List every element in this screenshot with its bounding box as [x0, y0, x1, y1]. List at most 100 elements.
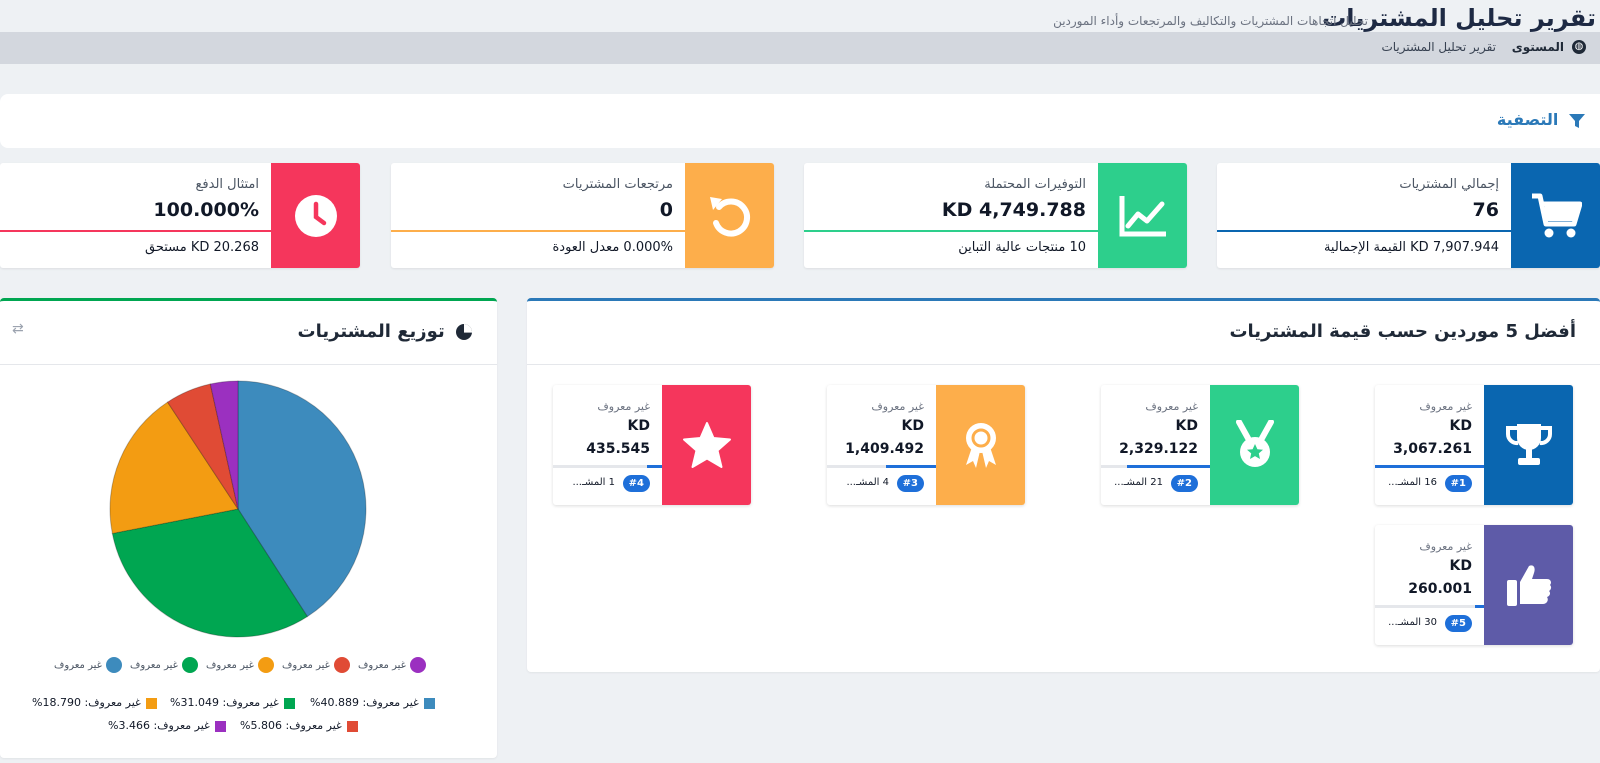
breadcrumb-current: تقرير تحليل المشتريات: [1381, 40, 1496, 54]
supplier-rank-badge: #3: [896, 475, 924, 492]
supplier-value: 2,329.122: [1119, 441, 1198, 457]
supplier-rank-badge: #2: [1170, 475, 1198, 492]
trend-chart-icon: [1119, 195, 1166, 236]
supplier-name: غير معروف: [1419, 540, 1472, 553]
supplier-rank-badge: #5: [1444, 615, 1472, 632]
breadcrumb: ◍ المستوى تقرير تحليل المشتريات: [0, 32, 1600, 64]
pie-chart: [109, 380, 367, 638]
legend-item[interactable]: غير معروف: [282, 657, 350, 673]
breadcrumb-level[interactable]: المستوى: [1512, 40, 1564, 54]
filter-icon: [1569, 113, 1585, 128]
legend-item[interactable]: غير معروف: [358, 657, 426, 673]
percent-item: غير معروف: 5.806%: [240, 719, 358, 732]
supplier-icon-box: [936, 385, 1025, 505]
legend-swatch: [333, 657, 350, 673]
supplier-rank-badge: #1: [1444, 475, 1472, 492]
supplier-currency: KD: [1449, 558, 1472, 574]
filter-toggle[interactable]: التصفية: [1497, 110, 1586, 129]
supplier-name: غير معروف: [597, 400, 650, 413]
percent-item: غير معروف: 31.049%: [170, 696, 295, 709]
percent-item: غير معروف: 3.466%: [108, 719, 226, 732]
stat-label: التوفيرات المحتملة: [984, 177, 1086, 192]
legend-swatch: [257, 657, 274, 673]
award-icon: [965, 423, 996, 468]
stat-label: امتثال الدفع: [195, 177, 260, 192]
supplier-value: 260.001: [1408, 581, 1472, 597]
distribution-title: توزيع المشتريات: [297, 321, 445, 342]
supplier-name: غير معروف: [1145, 400, 1198, 413]
stat-value: 76: [1472, 199, 1499, 221]
supplier-purchase-count: 1 المشـ...: [572, 477, 615, 488]
percent-label: غير معروف: 31.049%: [170, 696, 279, 709]
supplier-card[interactable]: غير معروف KD 435.545 #4 1 المشـ...: [553, 385, 751, 505]
supplier-share-bar: [1375, 465, 1484, 468]
cart-icon: [1531, 193, 1582, 237]
supplier-currency: KD: [627, 418, 650, 434]
supplier-currency: KD: [901, 418, 924, 434]
stat-icon-box: [685, 163, 774, 268]
percent-swatch: [283, 697, 295, 709]
top-suppliers-panel: أفضل 5 موردين حسب قيمة المشتريات غير معر…: [527, 298, 1600, 672]
stat-card-payment-compliance: امتثال الدفع 100.000% KD 20.268 مستحق: [0, 163, 360, 268]
supplier-card[interactable]: غير معروف KD 2,329.122 #2 21 المشـ...: [1101, 385, 1299, 505]
stat-value: 0: [659, 199, 673, 221]
globe-icon: ◍: [1572, 40, 1586, 54]
percent-item: غير معروف: 40.889%: [310, 696, 435, 709]
supplier-share-bar: [827, 465, 936, 468]
stat-divider: [391, 230, 685, 232]
legend-swatch: [409, 657, 426, 673]
panel-title: توزيع المشتريات: [298, 321, 473, 342]
stat-footer: KD 7,907.944 القيمة الإجمالية: [1323, 240, 1499, 255]
supplier-value: 3,067.261: [1393, 441, 1472, 457]
legend-label: غير معروف: [358, 660, 406, 671]
legend-label: غير معروف: [206, 660, 254, 671]
legend-item[interactable]: غير معروف: [130, 657, 198, 673]
stat-divider: [0, 230, 271, 232]
page-subtitle: تحليل اتجاهات المشتريات والتكاليف والمرت…: [1053, 14, 1368, 28]
percent-swatch: [346, 720, 358, 732]
stat-footer: 0.000% معدل العودة: [552, 240, 673, 255]
medal-icon: [1235, 420, 1274, 467]
trophy-icon: [1505, 424, 1552, 465]
supplier-share-bar: [1375, 605, 1484, 608]
legend-swatch: [105, 657, 122, 673]
supplier-value: 1,409.492: [845, 441, 924, 457]
stat-card-potential-savings: التوفيرات المحتملة KD 4,749.788 10 منتجا…: [804, 163, 1187, 268]
legend-label: غير معروف: [54, 660, 102, 671]
star-icon: [682, 422, 731, 468]
percent-label: غير معروف: 40.889%: [310, 696, 419, 709]
legend-label: غير معروف: [282, 660, 330, 671]
supplier-currency: KD: [1175, 418, 1198, 434]
supplier-share-fill: [885, 465, 936, 468]
filter-title: التصفية: [1496, 110, 1559, 129]
stat-label: مرتجعات المشتريات: [562, 177, 673, 192]
supplier-rank-badge: #4: [622, 475, 650, 492]
supplier-card[interactable]: غير معروف KD 3,067.261 #1 16 المشـ...: [1375, 385, 1573, 505]
percent-label: غير معروف: 18.790%: [32, 696, 141, 709]
supplier-card[interactable]: غير معروف KD 260.001 #5 30 المشـ...: [1375, 525, 1573, 645]
page-header: تقرير تحليل المشتريات تحليل اتجاهات المش…: [0, 0, 1600, 32]
percent-swatch: [214, 720, 226, 732]
percent-label: غير معروف: 3.466%: [108, 719, 210, 732]
clock-icon: [294, 194, 337, 237]
supplier-currency: KD: [1449, 418, 1472, 434]
pie-chart-icon: [456, 324, 472, 340]
undo-icon: [709, 196, 750, 237]
supplier-share-fill: [1375, 465, 1484, 468]
supplier-share-bar: [1101, 465, 1210, 468]
supplier-purchase-count: 4 المشـ...: [846, 477, 889, 488]
panel-title: أفضل 5 موردين حسب قيمة المشتريات: [1229, 321, 1576, 342]
legend-item[interactable]: غير معروف: [54, 657, 122, 673]
stat-card-total-purchases: إجمالي المشتريات 76 KD 7,907.944 القيمة …: [1217, 163, 1600, 268]
percent-label: غير معروف: 5.806%: [240, 719, 342, 732]
swap-icon[interactable]: ⇄: [12, 321, 24, 337]
legend-item[interactable]: غير معروف: [206, 657, 274, 673]
supplier-card[interactable]: غير معروف KD 1,409.492 #3 4 المشـ...: [827, 385, 1025, 505]
supplier-icon-box: [1484, 525, 1573, 645]
stat-footer: KD 20.268 مستحق: [144, 240, 259, 255]
supplier-share-fill: [1475, 605, 1484, 608]
supplier-purchase-count: 21 المشـ...: [1114, 477, 1163, 488]
percent-item: غير معروف: 18.790%: [32, 696, 157, 709]
percent-swatch: [145, 697, 157, 709]
supplier-name: غير معروف: [871, 400, 924, 413]
